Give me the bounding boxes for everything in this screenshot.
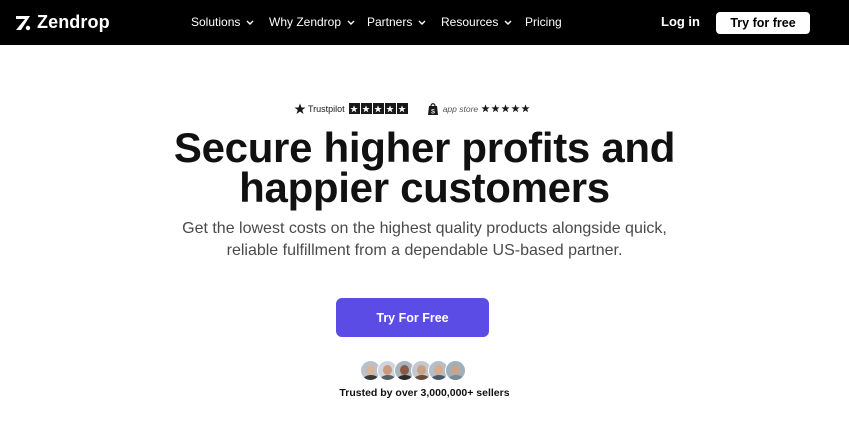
avatar-head (434, 365, 443, 375)
nav-partners[interactable]: Partners (367, 15, 426, 29)
trustpilot-label: Trustpilot (308, 103, 345, 114)
chevron-down-icon (418, 20, 426, 25)
avatar-body (363, 375, 379, 380)
hero-subtitle: Get the lowest costs on the highest qual… (0, 218, 849, 262)
star-icon (491, 104, 500, 113)
hero-headline-line2: happier customers (239, 164, 610, 211)
star-icon (362, 104, 370, 112)
seller-avatars (360, 360, 466, 382)
avatar-body (431, 375, 447, 380)
chevron-down-icon (246, 20, 254, 25)
avatar-body (380, 375, 396, 380)
hero-headline: Secure higher profits and happier custom… (0, 127, 849, 211)
nav-pricing-label: Pricing (525, 15, 562, 29)
avatar-body (448, 375, 464, 380)
avatar-body (414, 375, 430, 380)
star-icon (481, 104, 490, 113)
try-for-free-nav-button[interactable]: Try for free (716, 12, 810, 34)
nav-resources-label: Resources (441, 15, 499, 29)
nav-partners-label: Partners (367, 15, 413, 29)
brand-logo[interactable]: Zendrop (15, 12, 110, 33)
brand-name: Zendrop (37, 12, 110, 32)
star-icon (374, 104, 382, 112)
avatar-head (400, 365, 409, 375)
hero-subtitle-line2: reliable fulfillment from a dependable U… (226, 242, 623, 259)
trustpilot-star-box (372, 103, 384, 114)
zendrop-logo-icon (16, 15, 31, 30)
nav-resources[interactable]: Resources (441, 15, 512, 29)
trustpilot-star-box (360, 103, 372, 114)
nav-solutions-label: Solutions (191, 15, 241, 29)
nav-why-zendrop[interactable]: Why Zendrop (269, 15, 355, 29)
chevron-down-icon (347, 20, 355, 25)
ratings-row: Trustpilot S app store (294, 101, 530, 116)
avatar-head (383, 365, 392, 375)
avatar-head (451, 365, 460, 375)
nav-why-zendrop-label: Why Zendrop (269, 15, 342, 29)
star-icon (511, 104, 520, 113)
trustpilot-star-icon (294, 103, 306, 114)
hero-subtitle-line1: Get the lowest costs on the highest qual… (182, 220, 667, 237)
trustpilot-star-box (348, 103, 360, 114)
top-nav: Zendrop Solutions Why Zendrop Partners R… (0, 0, 849, 45)
avatar-body (397, 375, 413, 380)
trusted-by-text: Trusted by over 3,000,000+ sellers (339, 387, 510, 399)
star-icon (398, 104, 406, 112)
appstore-stars (481, 104, 530, 113)
nav-solutions[interactable]: Solutions (191, 15, 254, 29)
appstore-label: app store (442, 103, 479, 114)
avatar-head (366, 365, 375, 375)
star-icon (521, 104, 530, 113)
svg-text:S: S (431, 109, 435, 115)
trustpilot-stars (348, 103, 408, 114)
chevron-down-icon (504, 20, 512, 25)
trustpilot-star-box (396, 103, 408, 114)
avatar-head (417, 365, 426, 375)
avatar (445, 360, 466, 381)
star-icon (501, 104, 510, 113)
try-for-free-cta-button[interactable]: Try For Free (336, 298, 489, 337)
login-link[interactable]: Log in (661, 14, 700, 29)
nav-pricing[interactable]: Pricing (525, 15, 562, 29)
star-icon (350, 104, 358, 112)
shopify-bag-icon: S (427, 102, 438, 115)
trustpilot-star-box (384, 103, 396, 114)
star-icon (386, 104, 394, 112)
